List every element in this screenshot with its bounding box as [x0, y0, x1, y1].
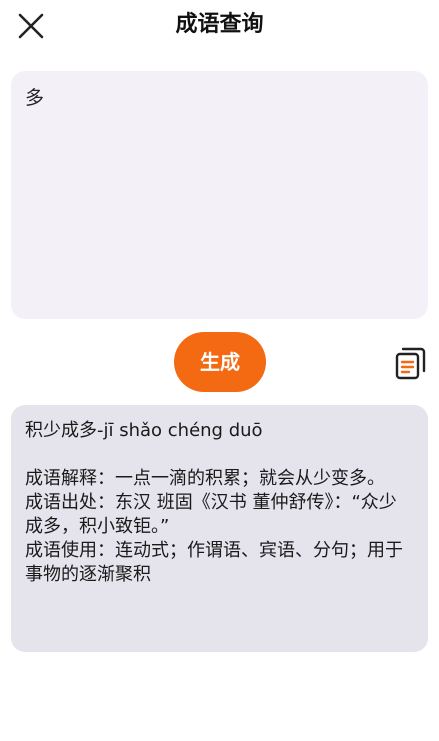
result-source: 成语出处：东汉 班固《汉书 董仲舒传》：“众少成多，积小致钜。”: [25, 492, 397, 537]
copy-button[interactable]: [393, 345, 427, 381]
input-value: 多: [25, 87, 45, 109]
generate-button[interactable]: 生成: [174, 332, 266, 392]
result-headline: 积少成多-jī shǎo chéng duō: [25, 420, 263, 441]
page-title: 成语查询: [175, 12, 264, 37]
result-usage: 成语使用：连动式；作谓语、宾语、分句；用于事物的逐渐聚积: [25, 540, 403, 585]
result-panel: 积少成多-jī shǎo chéng duō 成语解释：一点一滴的积累；就会从少…: [11, 405, 428, 652]
idiom-query-screen: 成语查询 多 生成 积少成多-jī shǎo chéng duō 成语解释：一点…: [0, 0, 439, 741]
top-bar: 成语查询: [0, 0, 439, 52]
result-explanation: 成语解释：一点一滴的积累；就会从少变多。: [25, 468, 385, 489]
copy-icon: [395, 347, 426, 380]
idiom-input-field[interactable]: 多: [11, 71, 428, 319]
